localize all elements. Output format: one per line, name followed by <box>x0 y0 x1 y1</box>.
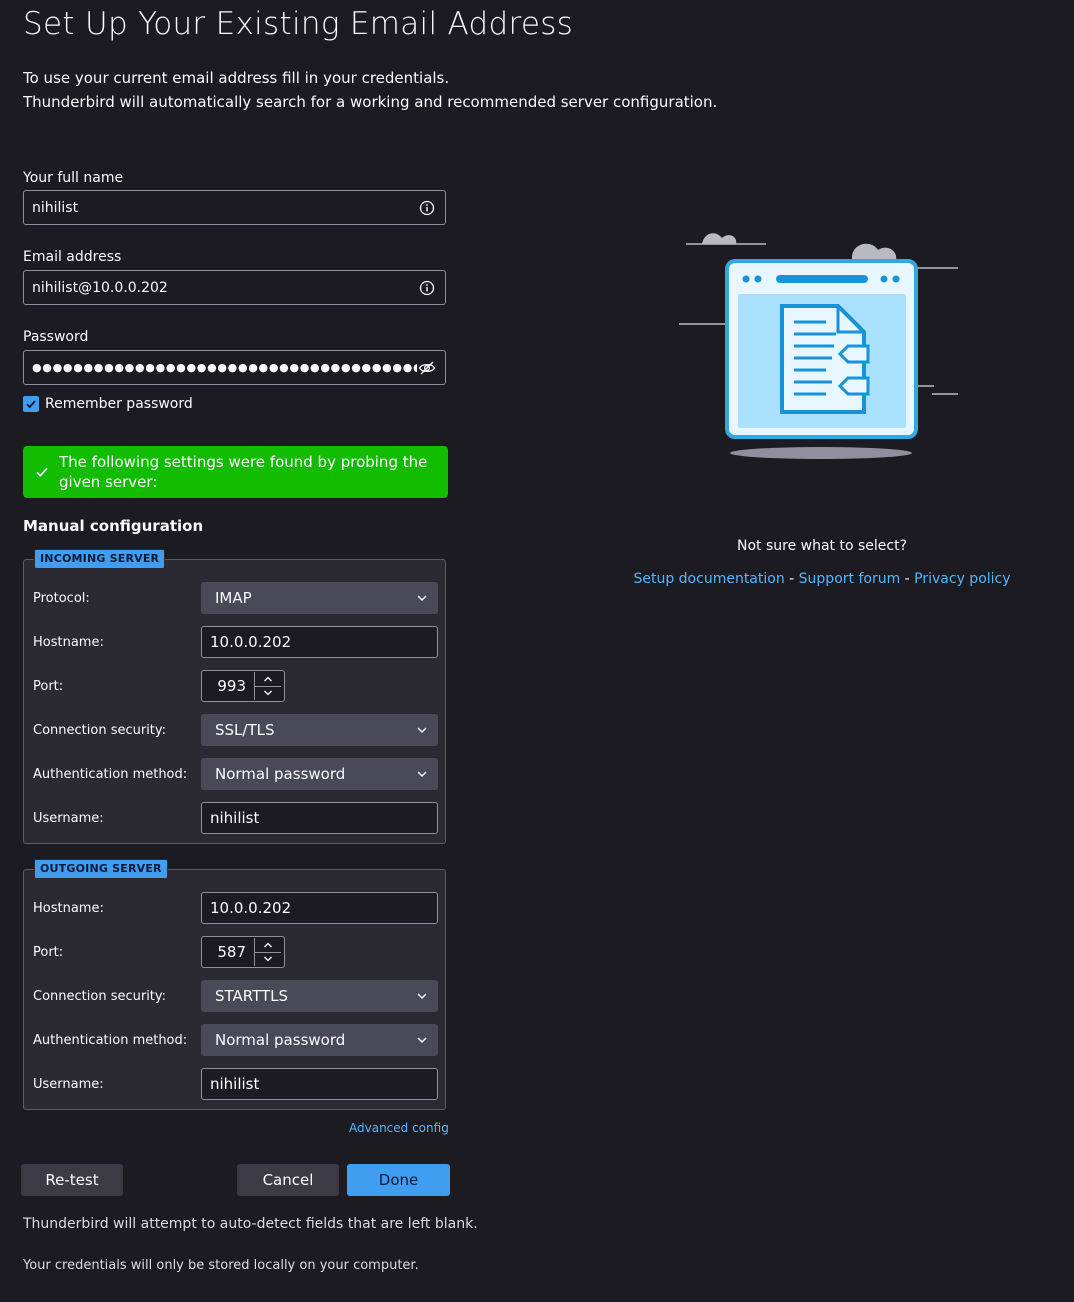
outgoing-auth-row: Authentication method: Normal password <box>33 1024 438 1056</box>
chevron-down-icon[interactable] <box>255 953 281 967</box>
outgoing-security-value: STARTTLS <box>215 987 289 1005</box>
outgoing-security-row: Connection security: STARTTLS <box>33 980 438 1012</box>
done-button[interactable]: Done <box>347 1164 450 1196</box>
email-input[interactable]: nihilist@10.0.0.202 <box>23 270 446 305</box>
full-name-value[interactable]: nihilist <box>24 200 417 216</box>
outgoing-port-value[interactable]: 587 <box>202 943 254 961</box>
outgoing-auth-select[interactable]: Normal password <box>201 1024 438 1056</box>
privacy-policy-link[interactable]: Privacy policy <box>914 571 1010 587</box>
credentials-note: Your credentials will only be stored loc… <box>23 1258 419 1273</box>
retest-button[interactable]: Re-test <box>21 1164 123 1196</box>
checkmark-icon <box>36 467 48 477</box>
password-input[interactable]: ●●●●●●●●●●●●●●●●●●●●●●●●●●●●●●●●●●●●●●●●… <box>23 350 446 385</box>
incoming-auth-row: Authentication method: Normal password <box>33 758 438 790</box>
incoming-username-row: Username: nihilist <box>33 802 438 834</box>
incoming-security-row: Connection security: SSL/TLS <box>33 714 438 746</box>
advanced-config-link[interactable]: Advanced config <box>349 1121 449 1135</box>
remember-password-row[interactable]: Remember password <box>23 396 193 412</box>
full-name-label: Your full name <box>23 170 124 186</box>
incoming-server-fieldset: INCOMING SERVER Protocol: IMAP Hostname:… <box>23 549 446 844</box>
intro-text: To use your current email address fill i… <box>23 66 717 114</box>
remember-password-checkbox[interactable] <box>23 396 39 412</box>
outgoing-security-select[interactable]: STARTTLS <box>201 980 438 1012</box>
incoming-hostname-label: Hostname: <box>33 634 104 650</box>
email-value[interactable]: nihilist@10.0.0.202 <box>24 280 417 296</box>
outgoing-port-stepper[interactable]: 587 <box>201 936 285 968</box>
link-separator: - <box>900 571 915 587</box>
outgoing-auth-value: Normal password <box>215 1031 346 1049</box>
intro-line-2: Thunderbird will automatically search fo… <box>23 93 718 111</box>
incoming-auth-select[interactable]: Normal password <box>201 758 438 790</box>
outgoing-security-label: Connection security: <box>33 988 167 1004</box>
incoming-server-legend: INCOMING SERVER <box>34 549 166 569</box>
incoming-port-stepper[interactable]: 993 <box>201 670 285 702</box>
chevron-up-icon[interactable] <box>255 672 281 687</box>
info-circle-icon <box>417 278 437 298</box>
full-name-input[interactable]: nihilist <box>23 190 446 225</box>
support-forum-link[interactable]: Support forum <box>799 571 901 587</box>
link-separator: - <box>784 571 799 587</box>
chevron-up-icon[interactable] <box>255 938 281 953</box>
outgoing-auth-label: Authentication method: <box>33 1032 188 1048</box>
password-mask[interactable]: ●●●●●●●●●●●●●●●●●●●●●●●●●●●●●●●●●●●●●●●●… <box>24 361 417 374</box>
incoming-protocol-label: Protocol: <box>33 590 90 606</box>
incoming-username-label: Username: <box>33 810 104 826</box>
outgoing-username-label: Username: <box>33 1076 104 1092</box>
incoming-security-value: SSL/TLS <box>215 721 275 739</box>
chevron-down-icon <box>417 771 427 778</box>
chevron-down-icon <box>417 727 427 734</box>
incoming-username-input[interactable]: nihilist <box>201 802 438 834</box>
eye-slash-icon[interactable] <box>417 358 437 378</box>
checkmark-icon <box>26 400 36 409</box>
outgoing-server-legend: OUTGOING SERVER <box>34 859 168 879</box>
incoming-protocol-value: IMAP <box>215 589 252 607</box>
chevron-down-icon <box>417 1037 427 1044</box>
success-notice: The following settings were found by pro… <box>23 446 448 498</box>
incoming-security-label: Connection security: <box>33 722 167 738</box>
info-circle-icon <box>417 198 437 218</box>
incoming-port-row: Port: 993 <box>33 670 438 702</box>
outgoing-hostname-input[interactable]: 10.0.0.202 <box>201 892 438 924</box>
chevron-down-icon <box>417 595 427 602</box>
outgoing-username-input[interactable]: nihilist <box>201 1068 438 1100</box>
outgoing-hostname-row: Hostname: 10.0.0.202 <box>33 892 438 924</box>
success-notice-text: The following settings were found by pro… <box>59 453 428 491</box>
cancel-button[interactable]: Cancel <box>237 1164 339 1196</box>
manual-config-title: Manual configuration <box>23 517 204 535</box>
incoming-protocol-row: Protocol: IMAP <box>33 582 438 614</box>
incoming-hostname-input[interactable]: 10.0.0.202 <box>201 626 438 658</box>
remember-password-label: Remember password <box>45 396 193 412</box>
setup-documentation-link[interactable]: Setup documentation <box>633 571 784 587</box>
help-question: Not sure what to select? <box>736 538 908 554</box>
incoming-port-label: Port: <box>33 678 64 694</box>
incoming-port-value[interactable]: 993 <box>202 677 254 695</box>
outgoing-username-row: Username: nihilist <box>33 1068 438 1100</box>
outgoing-port-label: Port: <box>33 944 64 960</box>
chevron-down-icon <box>417 993 427 1000</box>
help-links: Setup documentation - Support forum - Pr… <box>600 571 1044 587</box>
autodetect-note: Thunderbird will attempt to auto-detect … <box>23 1216 478 1232</box>
incoming-security-select[interactable]: SSL/TLS <box>201 714 438 746</box>
intro-line-1: To use your current email address fill i… <box>23 69 450 87</box>
chevron-down-icon[interactable] <box>255 687 281 701</box>
outgoing-port-row: Port: 587 <box>33 936 438 968</box>
incoming-hostname-row: Hostname: 10.0.0.202 <box>33 626 438 658</box>
page-title: Set Up Your Existing Email Address <box>23 6 574 42</box>
outgoing-server-fieldset: OUTGOING SERVER Hostname: 10.0.0.202 Por… <box>23 859 446 1110</box>
incoming-auth-value: Normal password <box>215 765 346 783</box>
outgoing-hostname-label: Hostname: <box>33 900 104 916</box>
password-label: Password <box>23 329 89 345</box>
email-setup-illustration <box>679 233 958 459</box>
email-label: Email address <box>23 249 122 265</box>
incoming-auth-label: Authentication method: <box>33 766 188 782</box>
incoming-protocol-select[interactable]: IMAP <box>201 582 438 614</box>
